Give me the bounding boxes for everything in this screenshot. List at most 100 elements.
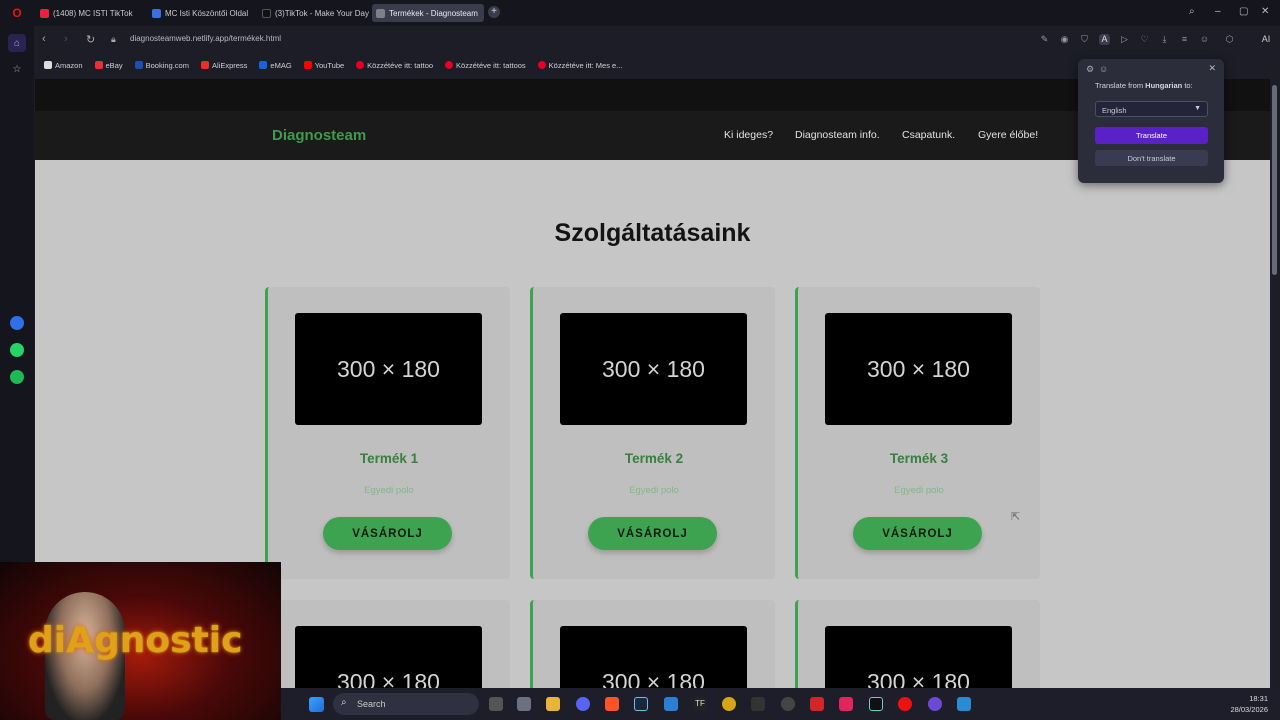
translate-prefix: Translate from — [1095, 81, 1146, 90]
url-field[interactable]: diagnosteamweb.netlify.app/termékek.html — [130, 34, 281, 43]
browser-app-icon[interactable] — [957, 697, 971, 711]
app-icon[interactable] — [751, 697, 765, 711]
heart-icon[interactable]: ♡ — [1139, 34, 1150, 45]
settings-icon[interactable]: ⚙ — [1086, 64, 1094, 75]
spotify-icon[interactable] — [10, 370, 24, 384]
youtube-icon — [40, 8, 49, 18]
new-tab-button[interactable]: + — [488, 6, 500, 18]
buy-button[interactable]: VÁSÁROLJ — [588, 517, 717, 550]
bookmark-booking[interactable]: Booking.com — [134, 61, 189, 70]
tiktok-icon[interactable] — [869, 697, 883, 711]
clock-date: 28/03/2026 — [1230, 705, 1268, 714]
bookmark-pinterest-1[interactable]: Közzétéve itt: tattoo — [356, 61, 433, 70]
tf-icon[interactable]: TF — [693, 697, 707, 711]
nav-ki-ideges[interactable]: Ki ideges? — [724, 129, 773, 141]
widgets-icon[interactable] — [517, 697, 531, 711]
extensions-icon[interactable]: ⬡ — [1224, 34, 1235, 45]
minimize-button[interactable]: – — [1215, 6, 1221, 17]
pinterest-icon — [356, 61, 365, 69]
whatsapp-icon[interactable] — [10, 343, 24, 357]
ebay-icon — [94, 61, 103, 69]
pinboard-icon[interactable]: ☆ — [8, 60, 26, 78]
brave-icon[interactable] — [605, 697, 619, 711]
opera-logo-icon[interactable]: O — [8, 4, 26, 22]
product-image: 300 × 180 — [560, 626, 747, 688]
product-card: 300 × 180 Termék 3 Egyedi polo VÁSÁROLJ — [795, 287, 1040, 579]
settings-app-icon[interactable] — [781, 697, 795, 711]
product-title: Termék 3 — [889, 451, 949, 466]
aria-ai-button[interactable]: AI — [1252, 34, 1280, 45]
forward-button[interactable]: › — [64, 33, 68, 45]
opera-icon[interactable] — [898, 697, 912, 711]
bookmark-pinterest-3[interactable]: Közzétéve itt: Mes e... — [537, 61, 622, 70]
product-image: 300 × 180 — [825, 313, 1012, 425]
close-window-button[interactable]: ✕ — [1261, 6, 1269, 17]
coin-icon[interactable] — [722, 697, 736, 711]
translate-button[interactable]: Translate — [1095, 127, 1208, 144]
feedback-icon[interactable]: ☺ — [1099, 64, 1108, 74]
product-image: 300 × 180 — [295, 626, 482, 688]
site-logo[interactable]: Diagnosteam — [272, 127, 366, 144]
aliexpress-icon — [200, 61, 209, 69]
product-card: 300 × 180 — [795, 600, 1040, 688]
nav-csapatunk[interactable]: Csapatunk. — [902, 129, 955, 141]
bookmark-label: Közzétéve itt: tattoos — [456, 60, 526, 70]
photos-icon[interactable] — [664, 697, 678, 711]
lock-icon: 🔒︎ — [111, 34, 116, 44]
play-icon[interactable]: ▷ — [1119, 34, 1130, 45]
page-scrollbar[interactable] — [1270, 79, 1280, 688]
file-explorer-icon[interactable] — [546, 697, 560, 711]
nav-diagnosteam-info[interactable]: Diagnosteam info. — [795, 129, 880, 141]
tab-tiktok-mc[interactable]: (1408) MC ISTI TikTok — [36, 4, 144, 22]
steam-icon[interactable] — [634, 697, 648, 711]
bookmark-emag[interactable]: eMAG — [259, 60, 292, 70]
system-clock[interactable]: 18:31 28/03/2026 — [1230, 693, 1268, 715]
bookmark-pinterest-2[interactable]: Közzétéve itt: tattoos — [445, 61, 526, 70]
messenger-icon[interactable] — [10, 316, 24, 330]
reload-button[interactable]: ↻ — [86, 33, 95, 46]
shield-icon[interactable]: ⛉ — [1079, 34, 1090, 45]
product-card: 300 × 180 Termék 2 Egyedi polo VÁSÁROLJ — [530, 287, 775, 579]
taskbar-search[interactable]: ⌕ Search — [333, 693, 479, 715]
buy-button[interactable]: VÁSÁROLJ — [853, 517, 982, 550]
search-tabs-icon[interactable]: ⌕ — [1189, 6, 1195, 17]
target-language-select[interactable]: English ▼ — [1095, 101, 1208, 117]
tab-tiktok[interactable]: (3)TikTok - Make Your Day — [258, 4, 370, 22]
discord-icon[interactable] — [576, 697, 590, 711]
tiktok-music-icon[interactable] — [839, 697, 853, 711]
bookmark-youtube[interactable]: YouTube — [303, 60, 345, 70]
windows-start-icon[interactable] — [309, 697, 324, 712]
dont-translate-button[interactable]: Don't translate — [1095, 150, 1208, 166]
scrollbar-thumb[interactable] — [1272, 85, 1277, 275]
download-icon[interactable]: ⤓ — [1159, 34, 1170, 45]
tab-koszontoi[interactable]: MC Isti Köszöntői Oldal — [148, 4, 254, 22]
bookmark-aliexpress[interactable]: AliExpress — [200, 61, 247, 70]
obs-icon[interactable] — [928, 697, 942, 711]
tab-termekek[interactable]: Termékek - Diagnosteam — [372, 4, 484, 22]
edit-icon[interactable]: ✎ — [1039, 34, 1050, 45]
bookmark-label: YouTube — [314, 60, 345, 70]
profile-icon[interactable]: ☺ — [1199, 34, 1210, 45]
bookmark-label: Közzétéve itt: tattoo — [367, 60, 434, 70]
menu-icon[interactable]: ≡ — [1179, 34, 1190, 45]
maximize-button[interactable]: ▢ — [1239, 6, 1248, 17]
bookmark-label: eMAG — [270, 60, 292, 70]
camera-icon[interactable]: ◉ — [1059, 34, 1070, 45]
chevron-down-icon: ▼ — [1194, 105, 1201, 112]
product-image: 300 × 180 — [295, 313, 482, 425]
buy-button[interactable]: VÁSÁROLJ — [323, 517, 452, 550]
product-image: 300 × 180 — [560, 313, 747, 425]
bookmark-ebay[interactable]: eBay — [94, 61, 123, 70]
wps-icon[interactable] — [810, 697, 824, 711]
close-icon[interactable]: ✕ — [1208, 63, 1216, 74]
task-view-icon[interactable] — [489, 697, 503, 711]
home-icon[interactable]: ⌂ — [8, 34, 26, 52]
amazon-icon — [44, 61, 52, 69]
bookmark-amazon[interactable]: Amazon — [44, 61, 83, 70]
pinterest-icon — [537, 61, 546, 69]
back-button[interactable]: ‹ — [42, 33, 46, 45]
source-language: Hungarian — [1145, 81, 1183, 90]
nav-gyere-elobe[interactable]: Gyere élőbe! — [978, 129, 1038, 141]
translate-icon[interactable]: A — [1099, 34, 1110, 45]
webcam-logo-text: diAgnostic — [28, 620, 243, 661]
